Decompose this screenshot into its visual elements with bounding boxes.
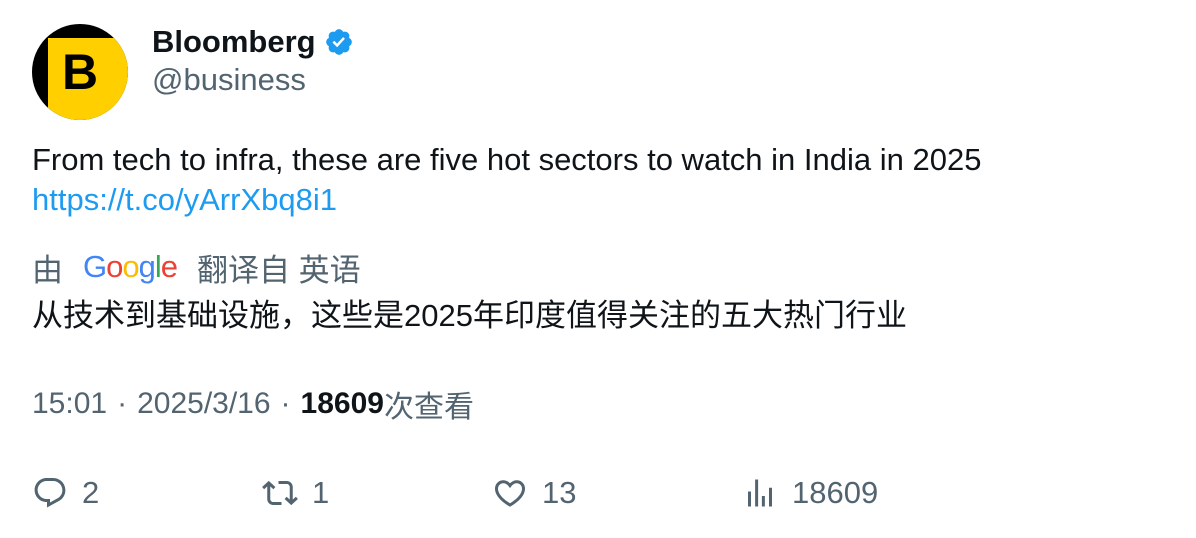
translated-text: 从技术到基础设施，这些是2025年印度值得关注的五大热门行业 xyxy=(32,298,907,333)
meta-separator: · xyxy=(117,387,128,420)
translation-prefix: 由 xyxy=(32,252,63,288)
like-button[interactable]: 13 xyxy=(492,471,576,515)
verified-badge-icon xyxy=(325,29,352,55)
tweet-date[interactable]: 2025/3/16 xyxy=(137,387,270,421)
avatar-letter: B xyxy=(62,44,99,100)
google-logo: Google xyxy=(83,249,178,284)
views-label: 次查看 xyxy=(383,391,474,424)
reply-button[interactable]: 2 xyxy=(32,471,99,515)
retweet-button[interactable]: 1 xyxy=(262,471,329,515)
avatar[interactable]: B xyxy=(32,24,128,120)
tweet-meta: 15:01 · 2025/3/16 · 18609 次查看 xyxy=(32,384,474,424)
views-button[interactable]: 18609 xyxy=(742,471,878,515)
heart-icon xyxy=(494,480,526,507)
tweet-time[interactable]: 15:01 xyxy=(32,387,107,421)
analytics-icon xyxy=(748,479,772,507)
retweet-icon xyxy=(262,480,298,506)
retweet-count: 1 xyxy=(312,475,330,510)
action-bar: 2 1 13 18609 xyxy=(0,471,1196,515)
tweet-link[interactable]: https://t.co/yArrXbq8i1 xyxy=(32,180,337,220)
translation-attribution: 由 Google 翻译自 英语 xyxy=(32,245,361,290)
translation-suffix[interactable]: 翻译自 英语 xyxy=(197,245,361,290)
tweet-body: From tech to infra, these are five hot s… xyxy=(32,140,1152,220)
reply-icon xyxy=(34,478,66,508)
author-handle[interactable]: @business xyxy=(152,62,306,98)
views-action-count: 18609 xyxy=(792,475,879,510)
meta-separator: · xyxy=(280,387,291,420)
author-display-name[interactable]: Bloomberg xyxy=(152,24,316,60)
views-count: 18609 xyxy=(300,387,384,420)
like-count: 13 xyxy=(542,475,577,510)
reply-count: 2 xyxy=(82,475,100,510)
tweet-text: From tech to infra, these are five hot s… xyxy=(32,142,982,177)
author-name-row: Bloomberg xyxy=(152,22,354,62)
